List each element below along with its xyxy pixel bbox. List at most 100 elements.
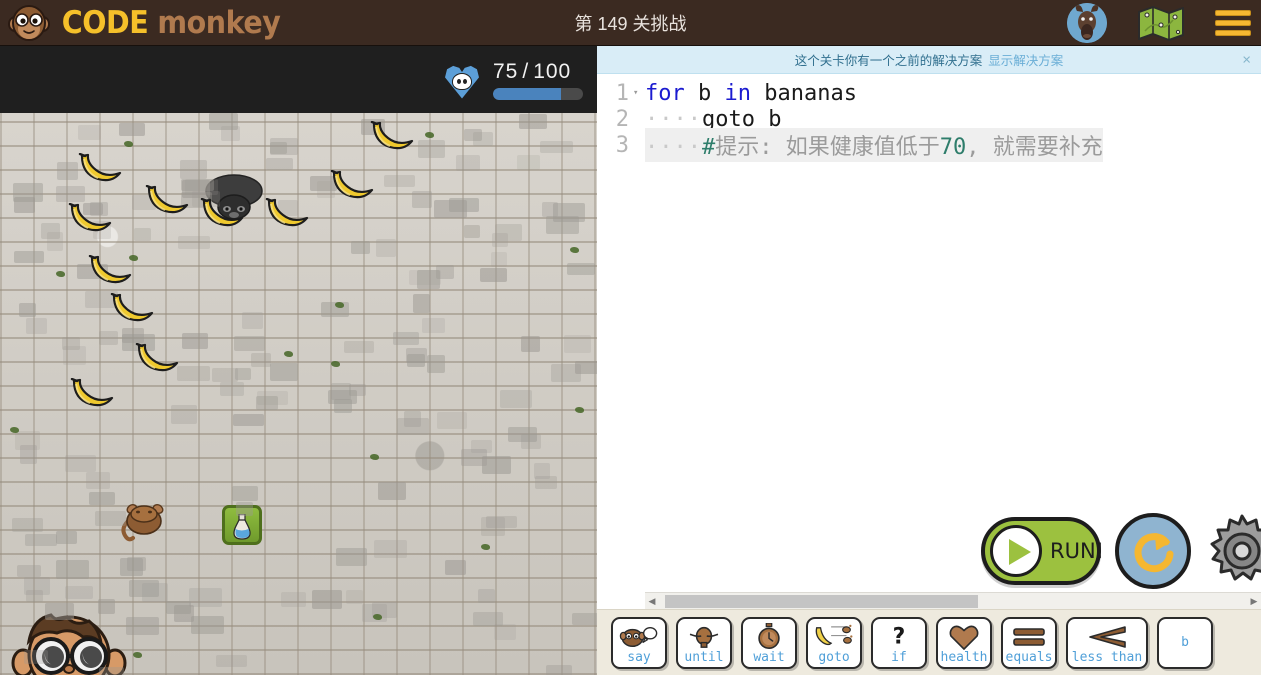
code-line-text: for b in bananas — [645, 80, 857, 107]
scrollbar-track[interactable] — [659, 594, 1247, 609]
cobblestone-tile — [178, 236, 210, 249]
cobblestone-tile — [445, 560, 466, 575]
potion-bottle-icon — [233, 513, 251, 540]
scroll-right-arrow[interactable]: ▶ — [1247, 596, 1261, 607]
cobblestone-tile — [47, 232, 63, 251]
cobblestone-tile — [376, 239, 396, 257]
cobblestone-tile — [417, 270, 440, 289]
cobblestone-tile — [99, 331, 118, 345]
cobblestone-tile — [464, 225, 480, 238]
palette-block-if[interactable]: ? if — [871, 616, 927, 669]
cobblestone-tile — [56, 186, 85, 202]
settings-button[interactable] — [1205, 514, 1261, 588]
banana-sprite[interactable] — [330, 170, 376, 200]
cobblestone-tile — [449, 198, 479, 212]
banana-sprite[interactable] — [110, 293, 156, 323]
monkey-speech-icon — [619, 623, 659, 651]
scroll-left-arrow[interactable]: ◀ — [645, 596, 659, 607]
cobblestone-tile — [15, 431, 40, 450]
palette-block-until[interactable]: until — [676, 616, 732, 669]
cobblestone-tile — [328, 390, 357, 404]
palette-block-label: health — [940, 649, 988, 665]
map-icon[interactable] — [1137, 5, 1185, 41]
question-mark-icon: ? — [879, 623, 919, 651]
cobblestone-tile — [242, 312, 263, 329]
game-stage[interactable] — [0, 113, 597, 675]
moss-decoration — [10, 427, 19, 433]
scrollbar-thumb[interactable] — [665, 594, 978, 608]
play-icon — [990, 525, 1042, 577]
palette-block-label: less than — [1071, 649, 1143, 665]
user-avatar[interactable] — [1067, 3, 1107, 43]
reset-button[interactable] — [1115, 513, 1191, 589]
cobblestone-tile — [336, 548, 367, 566]
code-line[interactable]: 3 ····#提示: 如果健康值低于70, 就需要补充 — [597, 128, 1261, 162]
stopwatch-icon — [749, 623, 789, 651]
banana-sprite[interactable] — [78, 153, 124, 183]
cobblestone-tile — [422, 318, 445, 333]
palette-block-b[interactable]: b — [1157, 616, 1213, 669]
palette-block-less-than[interactable]: less than — [1066, 616, 1148, 669]
banana-sprite[interactable] — [370, 121, 416, 151]
cobblestone-tile — [517, 155, 540, 170]
banana-sprite[interactable] — [88, 255, 134, 285]
gear-icon — [1210, 514, 1261, 581]
cobblestone-tile — [65, 455, 96, 472]
run-button[interactable]: RUN! — [981, 517, 1104, 585]
banana-sprite[interactable] — [200, 198, 246, 228]
lightbulb-icon — [684, 623, 724, 651]
banana-sprite[interactable] — [135, 343, 181, 373]
cobblestone-tile — [26, 318, 47, 334]
banana-sprite[interactable] — [145, 185, 191, 215]
banana-sprite[interactable] — [68, 203, 114, 233]
code-token: 70 — [939, 135, 967, 160]
close-icon[interactable]: × — [1242, 52, 1251, 67]
moss-decoration — [425, 132, 434, 138]
palette-block-label: wait — [753, 649, 785, 665]
brand-logo[interactable]: code monkey — [8, 0, 286, 46]
cobblestone-tile — [418, 140, 445, 158]
cobblestone-tile — [12, 518, 43, 532]
code-token: , 就需要补充 — [966, 135, 1103, 160]
palette-block-label: if — [891, 649, 907, 665]
moss-decoration — [133, 652, 142, 658]
code-fold-toggle[interactable]: ▾ — [633, 88, 645, 98]
palette-block-label: goto — [818, 649, 850, 665]
cobblestone-tile — [494, 624, 516, 640]
cobblestone-tile — [480, 268, 507, 282]
palette-block-goto[interactable]: goto — [806, 616, 862, 669]
cobblestone-tile — [86, 472, 110, 489]
cobblestone-tile — [384, 175, 415, 187]
cobblestone-tile — [17, 565, 41, 577]
cobblestone-tile — [63, 346, 86, 365]
hamburger-bar-2 — [1215, 20, 1251, 26]
cobblestone-tile — [191, 616, 224, 634]
code-line[interactable]: 1 ▾ for b in bananas — [597, 80, 1261, 106]
cobblestone-tile — [344, 341, 374, 353]
palette-block-say[interactable]: say — [611, 616, 667, 669]
cobblestone-tile — [251, 353, 271, 367]
cobblestone-tile — [99, 667, 124, 675]
cobblestone-tile — [427, 355, 445, 373]
palette-block-health[interactable]: health — [936, 616, 992, 669]
cobblestone-tile — [471, 440, 492, 453]
palette-block-wait[interactable]: wait — [741, 616, 797, 669]
cobblestone-tile — [572, 613, 597, 625]
cobblestone-tile — [19, 303, 36, 317]
cobblestone-tile — [166, 601, 191, 614]
cobblestone-tile — [464, 129, 482, 141]
palette-block-label: until — [684, 649, 724, 665]
cobblestone-tile — [182, 333, 208, 349]
code-horizontal-scrollbar[interactable]: ◀ ▶ — [645, 592, 1261, 609]
cobblestone-tile — [535, 476, 557, 489]
cobblestone-tile — [508, 427, 537, 442]
cobblestone-tile — [234, 336, 265, 351]
banana-sprite[interactable] — [265, 198, 311, 228]
palette-block-equals[interactable]: equals — [1001, 616, 1057, 669]
code-token: for — [645, 80, 685, 106]
banana-sprite[interactable] — [70, 378, 116, 408]
cobblestone-tile — [521, 336, 540, 352]
show-solution-link[interactable]: 显示解决方案 — [988, 50, 1063, 69]
hamburger-menu-icon[interactable] — [1215, 10, 1251, 36]
cobblestone-tile — [553, 203, 585, 222]
